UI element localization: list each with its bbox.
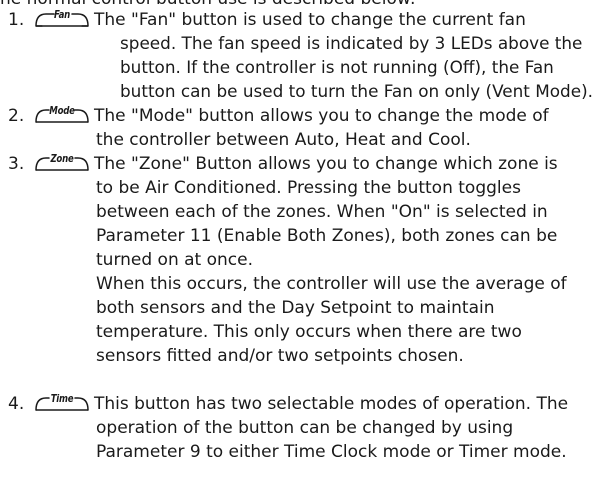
mode-button-icon: Mode bbox=[34, 103, 90, 127]
button-label: Fan bbox=[53, 8, 71, 21]
button-label: Time bbox=[50, 392, 74, 405]
item-text-line: speed. The fan speed is indicated by 3 L… bbox=[120, 34, 583, 54]
item-text-line: button can be used to turn the Fan on on… bbox=[120, 82, 594, 102]
item-number: 3. bbox=[8, 154, 25, 174]
item-text-line: The "Mode" button allows you to change t… bbox=[94, 106, 549, 126]
item-text-line: sensors fitted and/or two setpoints chos… bbox=[96, 346, 464, 366]
item-text-line: Parameter 11 (Enable Both Zones), both z… bbox=[96, 226, 558, 246]
item-text-line: Parameter 9 to either Time Clock mode or… bbox=[96, 442, 567, 462]
item-text-line: between each of the zones. When "On" is … bbox=[96, 202, 548, 222]
item-text-line: turned on at once. bbox=[96, 250, 254, 270]
fan-button-icon: Fan bbox=[34, 7, 90, 31]
item-text-line: to be Air Conditioned. Pressing the butt… bbox=[96, 178, 521, 198]
item-text-line: both sensors and the Day Setpoint to mai… bbox=[96, 298, 495, 318]
item-text-line: This button has two selectable modes of … bbox=[94, 394, 569, 414]
item-text-line: The "Zone" Button allows you to change w… bbox=[94, 154, 558, 174]
zone-button-icon: Zone bbox=[34, 151, 90, 175]
item-number: 2. bbox=[8, 106, 25, 126]
item-text-line: When this occurs, the controller will us… bbox=[96, 274, 567, 294]
item-text-line: temperature. This only occurs when there… bbox=[96, 322, 522, 342]
item-text-line: button. If the controller is not running… bbox=[120, 58, 554, 78]
item-number: 1. bbox=[8, 10, 25, 30]
button-label: Mode bbox=[49, 104, 75, 117]
item-text-line: the controller between Auto, Heat and Co… bbox=[96, 130, 471, 150]
item-text-line: operation of the button can be changed b… bbox=[96, 418, 514, 438]
item-text-line: The "Fan" button is used to change the c… bbox=[94, 10, 526, 30]
item-number: 4. bbox=[8, 394, 25, 414]
time-button-icon: Time bbox=[34, 391, 90, 415]
button-label: Zone bbox=[50, 152, 74, 165]
